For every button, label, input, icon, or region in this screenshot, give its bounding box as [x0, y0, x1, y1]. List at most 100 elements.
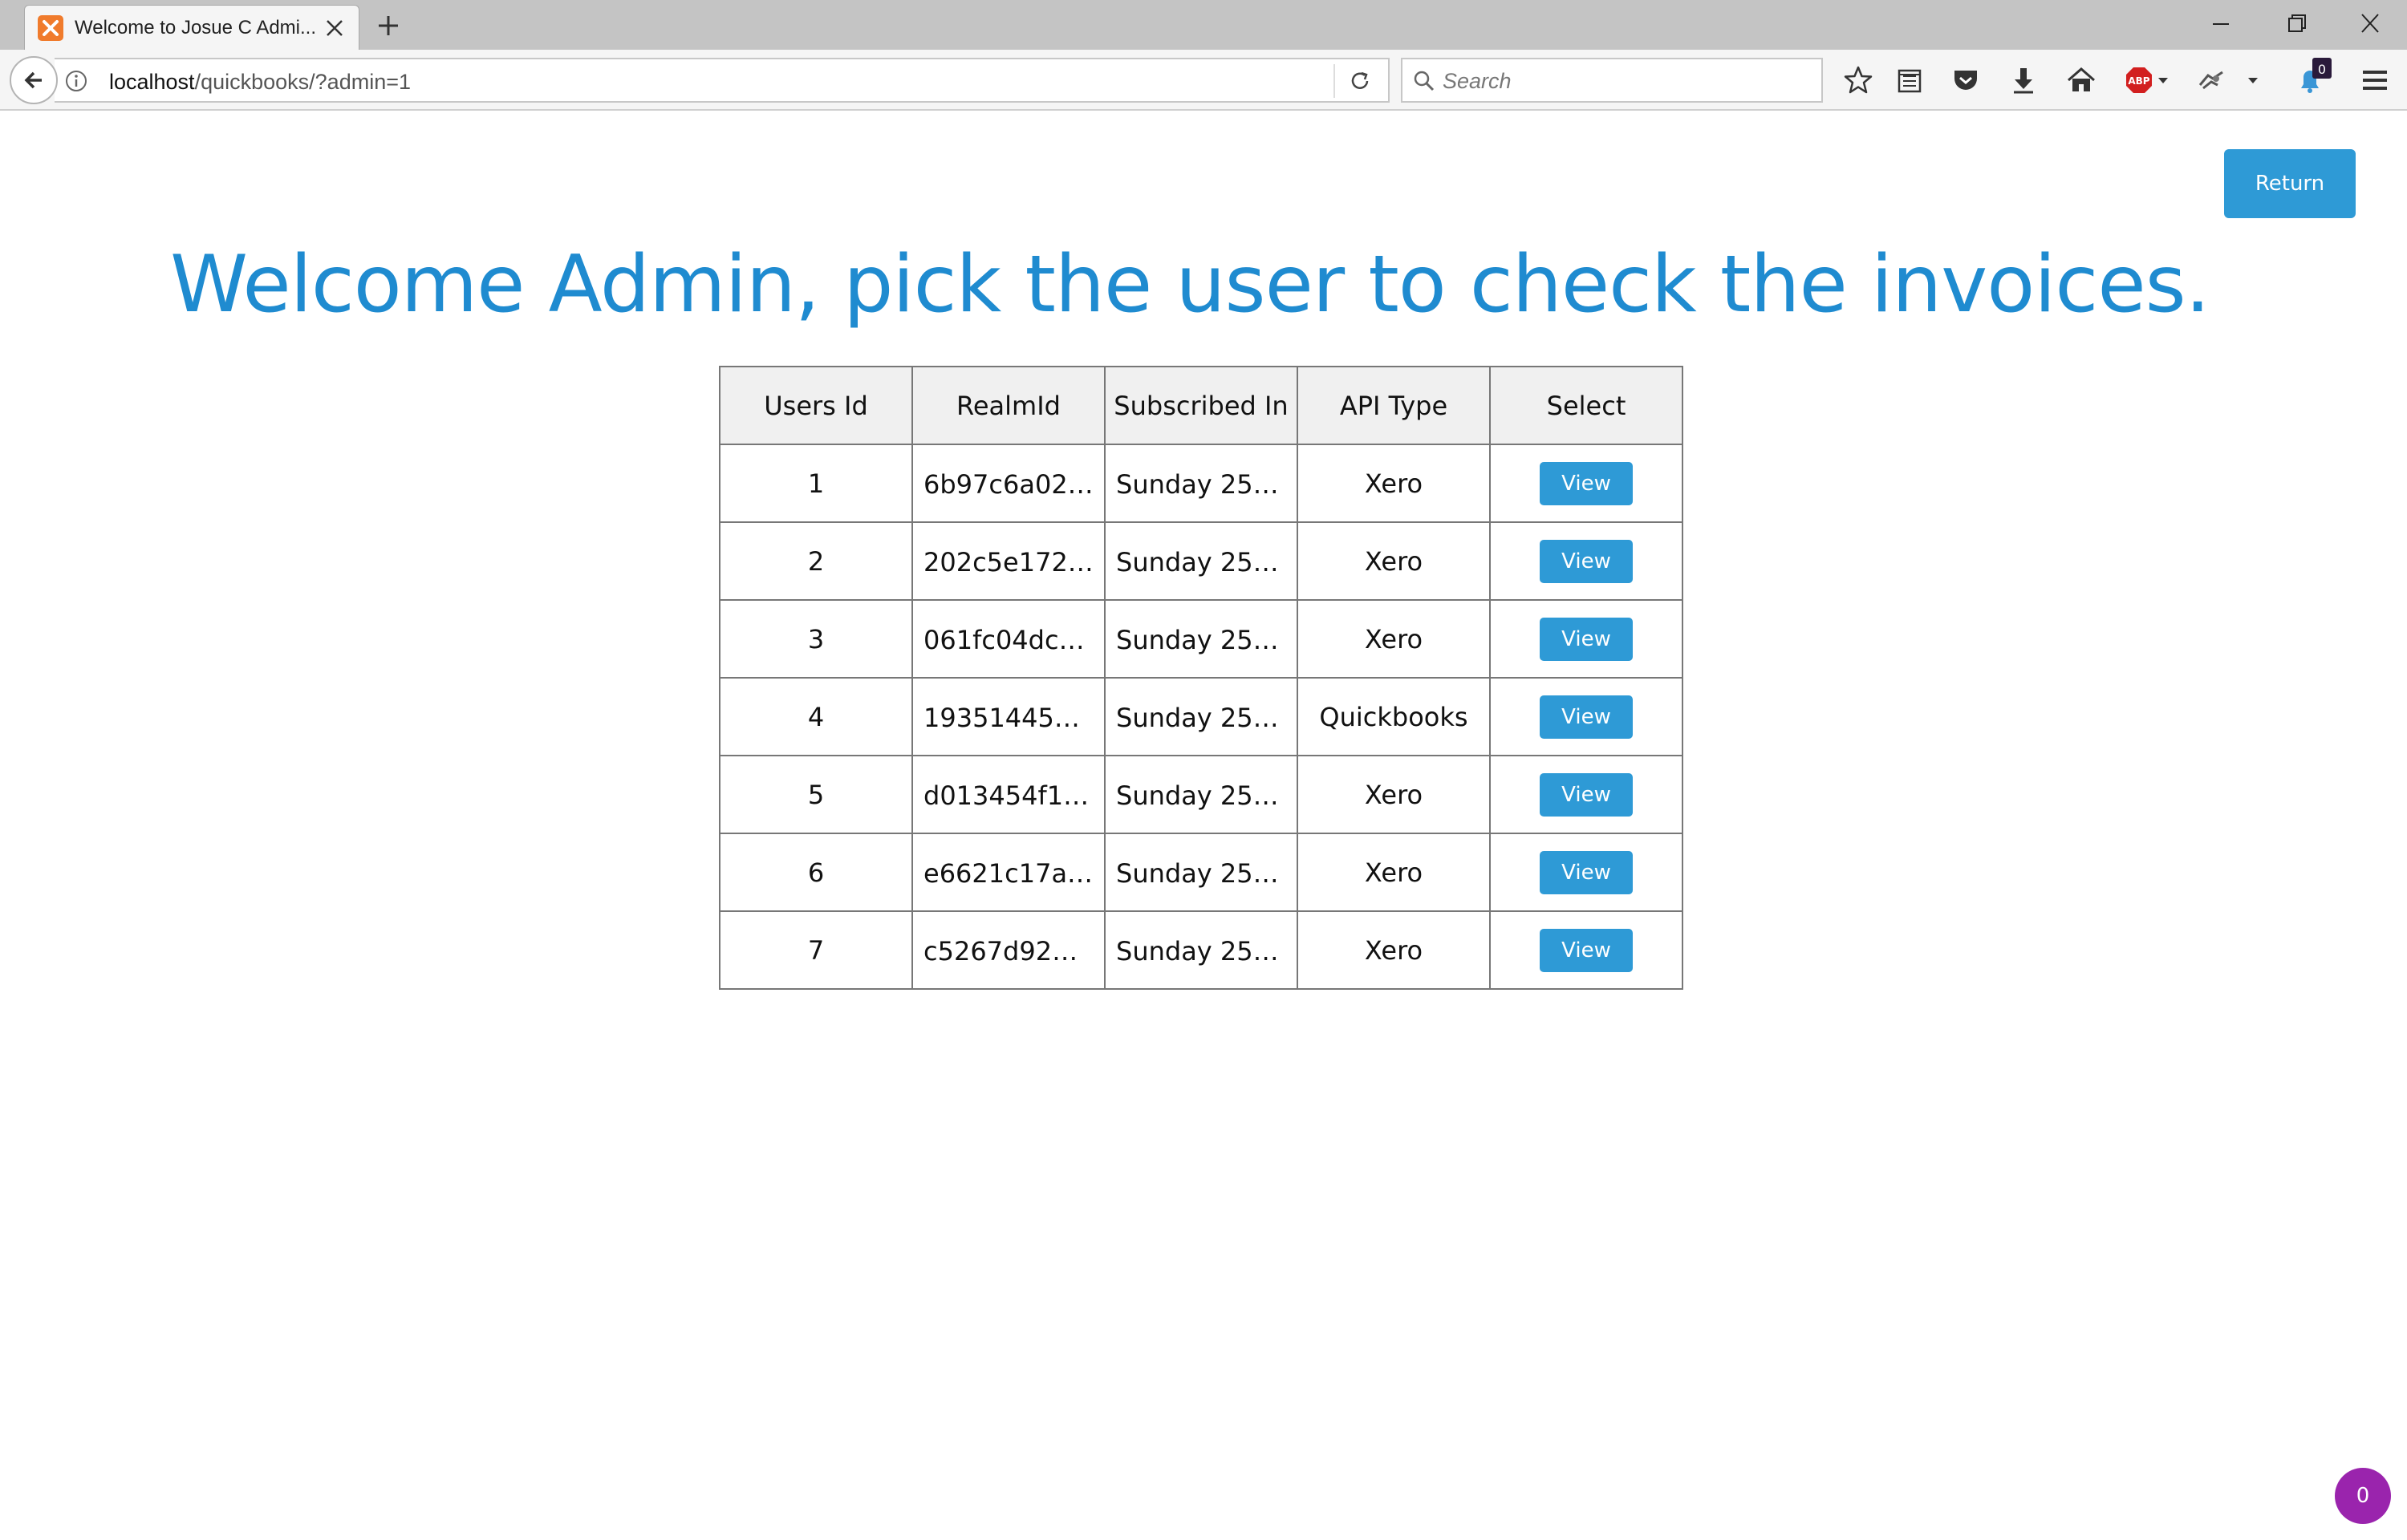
api-type-cell: Xero — [1297, 910, 1491, 990]
reload-icon[interactable] — [1348, 69, 1372, 93]
notification-bell-icon[interactable]: 0 — [2291, 58, 2333, 99]
back-button[interactable] — [10, 56, 58, 104]
window-close-icon[interactable] — [2354, 10, 2386, 38]
subscribed-text: Sunday 25t... — [1116, 546, 1286, 578]
column-header-users-id: Users Id — [719, 366, 913, 445]
table-row: 5 d013454f1d... Sunday 25t... Xero View — [719, 755, 1683, 834]
subscribed-cell: Sunday 25t... — [1104, 444, 1298, 523]
view-button[interactable]: View — [1540, 850, 1633, 894]
select-cell: View — [1489, 677, 1683, 756]
adblock-label: ABP — [2128, 75, 2149, 87]
realm-id-text: 1935144501... — [923, 702, 1094, 733]
realm-id-text: e6621c17a4... — [923, 857, 1094, 889]
subscribed-text: Sunday 25t... — [1116, 468, 1286, 500]
page-title: Welcome Admin, pick the user to check th… — [170, 239, 2210, 330]
reader-view-icon[interactable] — [1894, 64, 1926, 96]
restore-icon[interactable] — [2280, 10, 2312, 38]
subscribed-text: Sunday 25t... — [1116, 624, 1286, 655]
column-header-realm-id: RealmId — [911, 366, 1106, 445]
plus-icon[interactable] — [375, 13, 401, 38]
column-header-api-type: API Type — [1297, 366, 1491, 445]
api-type-cell: Xero — [1297, 521, 1491, 601]
select-cell: View — [1489, 910, 1683, 990]
api-type-cell: Xero — [1297, 444, 1491, 523]
navigation-toolbar: localhost/quickbooks/?admin=1 Search ABP — [0, 50, 2407, 111]
realm-id-cell: d013454f1d... — [911, 755, 1106, 834]
realm-id-cell: 1935144501... — [911, 677, 1106, 756]
select-cell: View — [1489, 755, 1683, 834]
table-row: 3 061fc04dc7... Sunday 25t... Xero View — [719, 599, 1683, 679]
view-button[interactable]: View — [1540, 772, 1633, 817]
user-id-cell: 6 — [719, 833, 913, 912]
user-id-cell: 5 — [719, 755, 913, 834]
search-bar[interactable]: Search — [1401, 58, 1823, 103]
subscribed-cell: Sunday 25t... — [1104, 833, 1298, 912]
realm-id-text: c5267d928e... — [923, 935, 1094, 967]
realm-id-text: 061fc04dc7... — [923, 624, 1094, 655]
tab-title: Welcome to Josue C Admi... — [75, 17, 317, 38]
user-id-cell: 2 — [719, 521, 913, 601]
subscribed-cell: Sunday 25t... — [1104, 599, 1298, 679]
view-button[interactable]: View — [1540, 539, 1633, 583]
user-id-cell: 1 — [719, 444, 913, 523]
realm-id-cell: 6b97c6a021... — [911, 444, 1106, 523]
pocket-icon[interactable] — [1950, 64, 1982, 96]
bookmark-star-icon[interactable] — [1842, 64, 1874, 96]
view-button[interactable]: View — [1540, 928, 1633, 972]
subscribed-cell: Sunday 25t... — [1104, 677, 1298, 756]
view-button[interactable]: View — [1540, 617, 1633, 661]
table-row: 1 6b97c6a021... Sunday 25t... Xero View — [719, 444, 1683, 523]
chat-badge[interactable]: 0 — [2335, 1468, 2391, 1524]
users-table: Users Id RealmId Subscribed In API Type … — [719, 366, 1683, 990]
view-button[interactable]: View — [1540, 695, 1633, 739]
dropdown-icon[interactable] — [2155, 64, 2171, 96]
subscribed-text: Sunday 25t... — [1116, 935, 1286, 967]
api-type-cell: Quickbooks — [1297, 677, 1491, 756]
realm-id-cell: 061fc04dc7... — [911, 599, 1106, 679]
user-id-cell: 7 — [719, 910, 913, 990]
table-row: 2 202c5e1720... Sunday 25t... Xero View — [719, 521, 1683, 601]
subscribed-cell: Sunday 25t... — [1104, 910, 1298, 990]
adblock-icon[interactable]: ABP — [2123, 64, 2155, 96]
return-button[interactable]: Return — [2224, 149, 2356, 218]
realm-id-cell: c5267d928e... — [911, 910, 1106, 990]
url-divider — [1333, 64, 1335, 98]
home-icon[interactable] — [2065, 64, 2097, 96]
table-row: 7 c5267d928e... Sunday 25t... Xero View — [719, 910, 1683, 990]
realm-id-cell: e6621c17a4... — [911, 833, 1106, 912]
search-placeholder: Search — [1443, 69, 1512, 93]
back-arrow-icon — [24, 71, 42, 89]
download-icon[interactable] — [2007, 64, 2040, 96]
hamburger-menu-icon[interactable] — [2359, 64, 2391, 96]
select-cell: View — [1489, 833, 1683, 912]
api-type-cell: Xero — [1297, 599, 1491, 679]
subscribed-cell: Sunday 25t... — [1104, 755, 1298, 834]
table-header-row: Users Id RealmId Subscribed In API Type … — [719, 366, 1683, 445]
minimize-icon[interactable] — [2205, 10, 2237, 38]
select-cell: View — [1489, 521, 1683, 601]
subscribed-text: Sunday 25t... — [1116, 780, 1286, 811]
dropdown-icon[interactable] — [2245, 64, 2261, 96]
search-icon — [1412, 69, 1436, 93]
subscribed-cell: Sunday 25t... — [1104, 521, 1298, 601]
api-type-cell: Xero — [1297, 755, 1491, 834]
user-id-cell: 4 — [719, 677, 913, 756]
api-type-cell: Xero — [1297, 833, 1491, 912]
notification-count: 0 — [2318, 62, 2326, 77]
subscribed-text: Sunday 25t... — [1116, 857, 1286, 889]
select-cell: View — [1489, 599, 1683, 679]
realm-id-text: d013454f1d... — [923, 780, 1094, 811]
extension-icon[interactable] — [2195, 64, 2227, 96]
url-text[interactable]: localhost/quickbooks/?admin=1 — [109, 70, 411, 95]
url-path: /quickbooks/?admin=1 — [194, 70, 411, 94]
browser-tab[interactable]: Welcome to Josue C Admi... — [24, 5, 359, 50]
subscribed-text: Sunday 25t... — [1116, 702, 1286, 733]
info-icon[interactable] — [64, 69, 88, 93]
user-id-cell: 3 — [719, 599, 913, 679]
column-header-select: Select — [1489, 366, 1683, 445]
select-cell: View — [1489, 444, 1683, 523]
view-button[interactable]: View — [1540, 461, 1633, 505]
url-host: localhost — [109, 70, 195, 94]
address-bar[interactable]: localhost/quickbooks/?admin=1 — [55, 58, 1390, 103]
close-icon[interactable] — [323, 17, 346, 39]
